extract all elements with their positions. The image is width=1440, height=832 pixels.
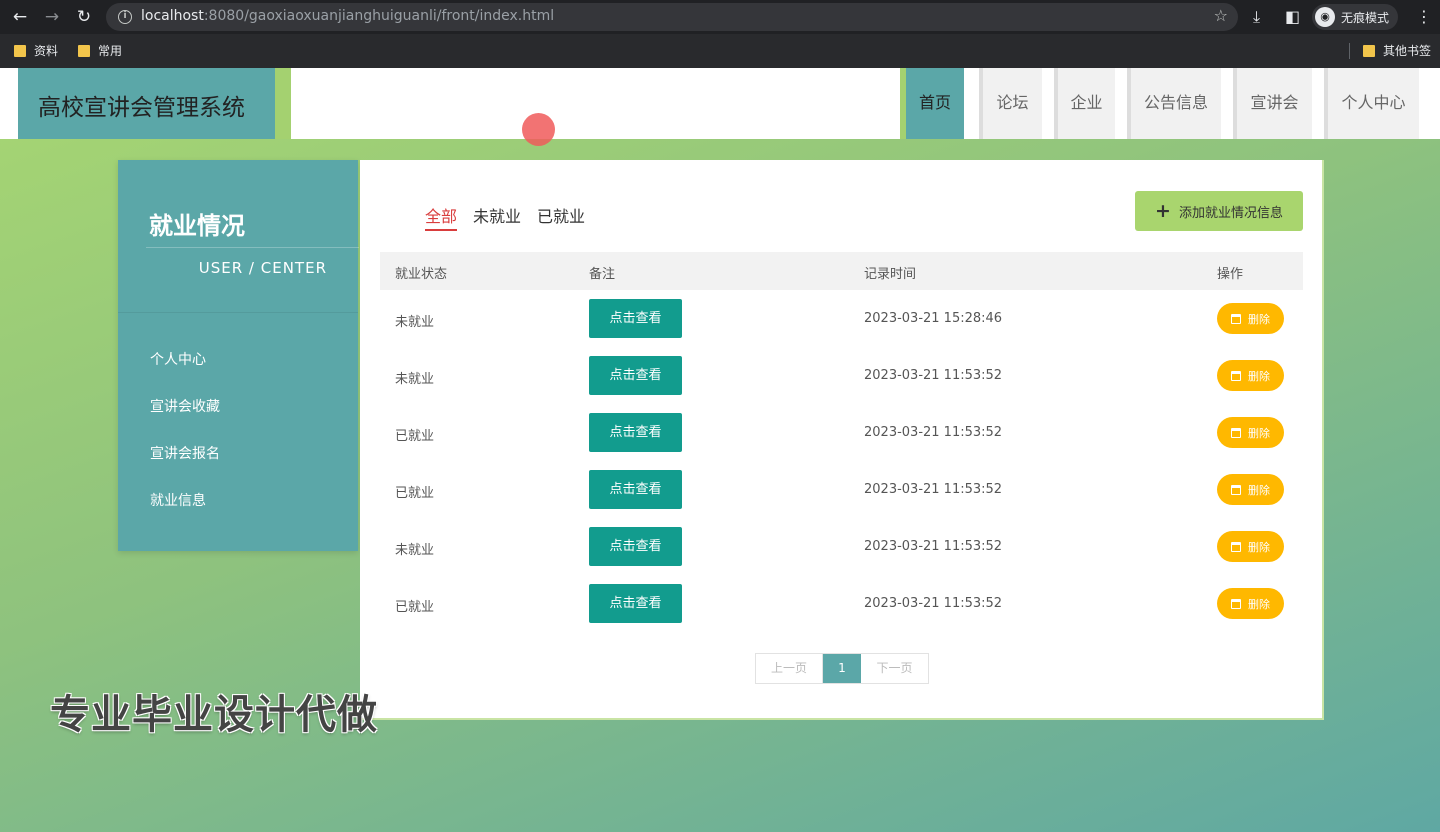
table-row: 未就业 点击查看 2023-03-21 11:53:52 删除: [380, 348, 1303, 405]
nav-home[interactable]: 首页: [906, 68, 964, 139]
reload-icon[interactable]: ↻: [72, 5, 96, 29]
site-logo[interactable]: 高校宣讲会管理系统: [18, 68, 275, 139]
status-cell: 未就业: [395, 543, 435, 558]
site-header: 高校宣讲会管理系统 首页 论坛 企业 公告信息 宣讲会 个人中心: [0, 68, 1440, 139]
sidebar-item-presentation-favorites[interactable]: 宣讲会收藏: [150, 396, 220, 416]
trash-icon: [1231, 598, 1241, 609]
sidebar-item-personal-center[interactable]: 个人中心: [150, 349, 206, 369]
sidebar-item-presentation-registration[interactable]: 宣讲会报名: [150, 443, 220, 463]
bookmarks-divider: [1349, 43, 1350, 59]
cursor-highlight: [522, 113, 555, 146]
filter-all[interactable]: 全部: [425, 203, 458, 231]
add-employment-button[interactable]: + 添加就业情况信息: [1135, 191, 1303, 231]
trash-icon: [1231, 427, 1241, 438]
time-cell: 2023-03-21 11:53:52: [864, 539, 1003, 554]
delete-button[interactable]: 删除: [1217, 531, 1284, 562]
sidebar-title: 就业情况: [149, 212, 245, 240]
watermark-text: 专业毕业设计代做: [50, 692, 378, 738]
time-cell: 2023-03-21 11:53:52: [864, 482, 1003, 497]
sidebar-item-employment-info[interactable]: 就业信息: [150, 490, 206, 510]
nav-presentations[interactable]: 宣讲会: [1233, 68, 1312, 139]
bookmark-star-icon[interactable]: ☆: [1214, 6, 1228, 25]
table-row: 已就业 点击查看 2023-03-21 11:53:52 删除: [380, 462, 1303, 519]
pagination: 上一页 1 下一页: [755, 653, 929, 684]
folder-icon: [1363, 44, 1375, 57]
folder-icon: [14, 44, 26, 57]
status-cell: 未就业: [395, 372, 435, 387]
bookmarks-bar: 资料 常用 其他书签: [0, 34, 1440, 68]
sidebar: 就业情况 USER / CENTER 个人中心 宣讲会收藏 宣讲会报名 就业信息: [118, 160, 359, 551]
table-row: 已就业 点击查看 2023-03-21 11:53:52 删除: [380, 405, 1303, 462]
trash-icon: [1231, 484, 1241, 495]
trash-icon: [1231, 370, 1241, 381]
bookmark-folder[interactable]: 资料: [14, 42, 58, 59]
add-button-label: 添加就业情况信息: [1178, 205, 1283, 221]
view-note-button[interactable]: 点击查看: [589, 584, 682, 623]
incognito-icon: ◉: [1315, 7, 1335, 27]
page-background: 高校宣讲会管理系统 首页 论坛 企业 公告信息 宣讲会 个人中心 就业情况 US…: [0, 68, 1440, 832]
delete-button[interactable]: 删除: [1217, 417, 1284, 448]
nav-announcements[interactable]: 公告信息: [1127, 68, 1221, 139]
status-cell: 未就业: [395, 315, 435, 330]
table-row: 已就业 点击查看 2023-03-21 11:53:52 删除: [380, 576, 1303, 633]
view-note-button[interactable]: 点击查看: [589, 413, 682, 452]
folder-icon: [78, 44, 90, 57]
column-header: 备注: [589, 267, 616, 282]
plus-icon: +: [1155, 199, 1171, 222]
time-cell: 2023-03-21 11:53:52: [864, 425, 1003, 440]
site-info-icon[interactable]: i: [118, 10, 132, 24]
status-cell: 已就业: [395, 429, 435, 444]
nav-personal-center[interactable]: 个人中心: [1324, 68, 1419, 139]
next-page-button[interactable]: 下一页: [861, 654, 928, 683]
delete-button[interactable]: 删除: [1217, 588, 1284, 619]
table-row: 未就业 点击查看 2023-03-21 11:53:52 删除: [380, 519, 1303, 576]
status-cell: 已就业: [395, 600, 435, 615]
status-cell: 已就业: [395, 486, 435, 501]
back-icon[interactable]: ←: [8, 5, 32, 29]
other-bookmarks[interactable]: 其他书签: [1363, 42, 1431, 59]
forward-icon[interactable]: →: [40, 5, 64, 29]
time-cell: 2023-03-21 11:53:52: [864, 596, 1003, 611]
site-title: 高校宣讲会管理系统: [38, 95, 245, 121]
delete-button[interactable]: 删除: [1217, 360, 1284, 391]
table-row: 未就业 点击查看 2023-03-21 15:28:46 删除: [380, 291, 1303, 348]
sidebar-divider: [146, 247, 359, 248]
incognito-indicator[interactable]: ◉ 无痕模式: [1312, 4, 1399, 30]
content-panel: 全部 未就业 已就业 + 添加就业情况信息 就业状态 备注 记录时间 操作 未就…: [360, 160, 1324, 720]
bookmark-folder[interactable]: 常用: [78, 42, 122, 59]
more-menu-icon[interactable]: ⋮: [1416, 5, 1432, 29]
sidebar-subtitle: USER / CENTER: [198, 259, 327, 277]
view-note-button[interactable]: 点击查看: [589, 299, 682, 338]
time-cell: 2023-03-21 11:53:52: [864, 368, 1003, 383]
address-bar[interactable]: i localhost:8080/gaoxiaoxuanjianghuiguan…: [106, 3, 1238, 31]
column-header: 记录时间: [864, 267, 917, 282]
filter-unemployed[interactable]: 未就业: [473, 203, 521, 227]
delete-button[interactable]: 删除: [1217, 303, 1284, 334]
incognito-label: 无痕模式: [1341, 10, 1390, 25]
view-note-button[interactable]: 点击查看: [589, 527, 682, 566]
time-cell: 2023-03-21 15:28:46: [864, 311, 1003, 326]
url-text[interactable]: localhost:8080/gaoxiaoxuanjianghuiguanli…: [141, 8, 554, 24]
download-icon[interactable]: ⤓: [1253, 5, 1260, 29]
prev-page-button[interactable]: 上一页: [756, 654, 823, 683]
delete-button[interactable]: 删除: [1217, 474, 1284, 505]
view-note-button[interactable]: 点击查看: [589, 356, 682, 395]
current-page-button[interactable]: 1: [823, 654, 861, 683]
browser-toolbar: ← → ↻ i localhost:8080/gaoxiaoxuanjiangh…: [0, 0, 1440, 34]
filter-employed[interactable]: 已就业: [537, 203, 585, 227]
side-panel-icon[interactable]: ◧: [1285, 5, 1300, 29]
nav-company[interactable]: 企业: [1054, 68, 1115, 139]
trash-icon: [1231, 313, 1241, 324]
view-note-button[interactable]: 点击查看: [589, 470, 682, 509]
table-header: 就业状态 备注 记录时间 操作: [380, 252, 1303, 290]
column-header: 就业状态: [395, 267, 448, 282]
sidebar-divider: [118, 312, 358, 313]
header-accent: [275, 68, 291, 139]
nav-forum[interactable]: 论坛: [979, 68, 1042, 139]
trash-icon: [1231, 541, 1241, 552]
column-header: 操作: [1217, 267, 1244, 282]
